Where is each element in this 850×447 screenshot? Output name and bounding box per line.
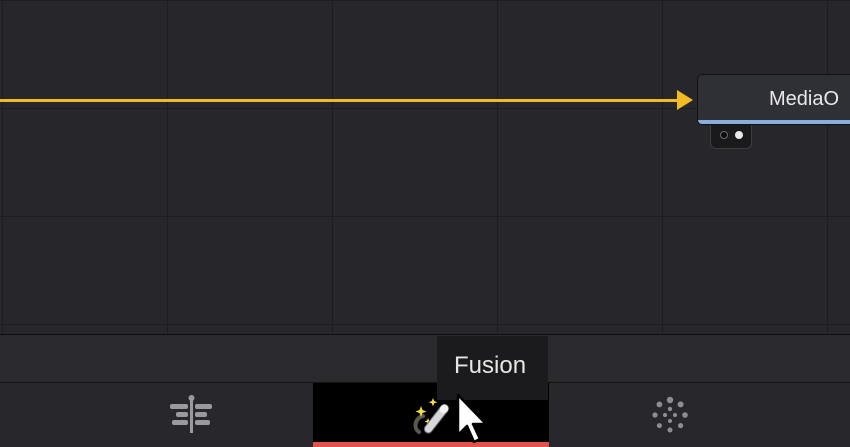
node-output-port[interactable] [710, 125, 752, 149]
node-label: MediaO [769, 88, 840, 110]
node-color-stripe [698, 120, 850, 124]
tab-color[interactable] [640, 383, 700, 447]
active-tab-indicator [313, 442, 549, 447]
node-editor[interactable]: MediaO [0, 0, 850, 334]
port-dot-empty[interactable] [720, 131, 728, 139]
status-strip [0, 335, 850, 382]
mouse-cursor-icon [456, 393, 488, 444]
page-navigation-bar [0, 382, 850, 447]
connection-line[interactable] [0, 99, 680, 102]
media-out-node[interactable]: MediaO [697, 74, 850, 125]
tooltip: Fusion [437, 336, 548, 400]
tab-edit[interactable] [160, 383, 220, 447]
node-input-arrow[interactable] [677, 90, 693, 110]
color-page-icon [652, 396, 688, 433]
edit-page-icon [170, 395, 212, 433]
port-dot-filled[interactable] [735, 131, 743, 139]
